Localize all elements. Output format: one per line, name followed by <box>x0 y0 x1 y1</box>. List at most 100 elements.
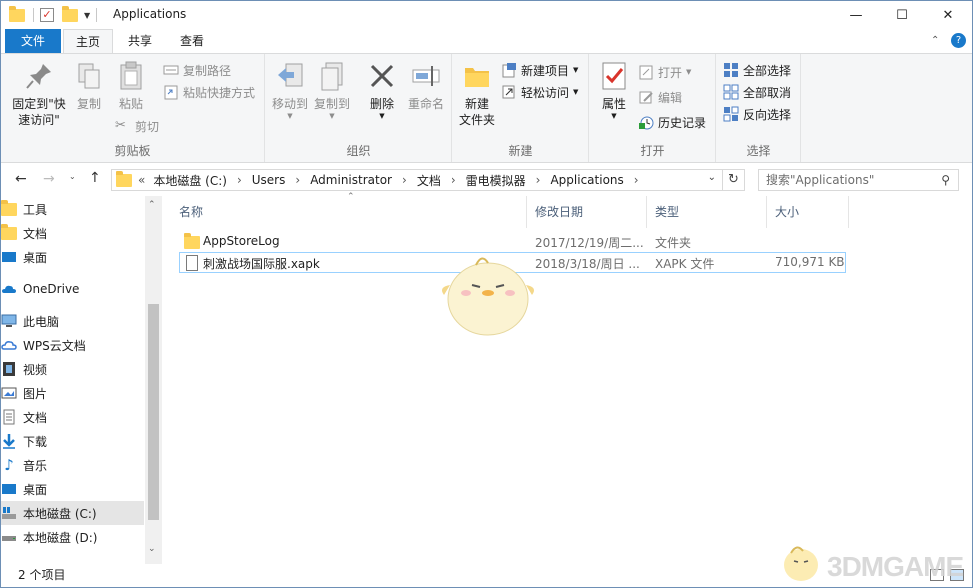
organize-group-label: 组织 <box>346 144 371 158</box>
edit-button[interactable]: 编辑 <box>638 87 682 107</box>
refresh-icon[interactable]: ↻ <box>723 169 745 191</box>
scroll-up-arrow-icon[interactable]: ⌃ <box>148 200 156 210</box>
sidebar-item-wps-cloud[interactable]: WPS云文档 <box>1 333 144 357</box>
breadcrumb-separator[interactable]: › <box>451 173 456 187</box>
maximize-button[interactable]: ☐ <box>879 1 925 29</box>
help-icon[interactable]: ? <box>951 33 966 48</box>
new-folder-label: 新建 文件夹 <box>458 97 495 127</box>
delete-button[interactable]: 删除 ▼ <box>364 60 400 120</box>
address-history-chevron-icon[interactable]: ⌄ <box>708 172 716 183</box>
recent-locations-icon[interactable]: ⌄ <box>69 172 76 181</box>
tab-share[interactable]: 共享 <box>115 29 165 53</box>
breadcrumb-separator[interactable]: › <box>402 173 407 187</box>
tab-view[interactable]: 查看 <box>167 29 217 53</box>
file-list: ⌃ 名称 修改日期 类型 大小 AppStoreLog 2017/12/19/周… <box>163 192 972 564</box>
sidebar-item-downloads[interactable]: 下载 <box>1 429 144 453</box>
file-row-appstorelog[interactable]: AppStoreLog 2017/12/19/周二... 文件夹 <box>179 231 846 252</box>
sidebar-item-label: 本地磁盘 (D:) <box>23 530 98 545</box>
sidebar-item-label: 工具 <box>23 202 48 217</box>
breadcrumb-separator[interactable]: › <box>237 173 242 187</box>
move-to-button[interactable]: 移动到 ▼ <box>270 60 310 120</box>
breadcrumb-separator[interactable]: › <box>634 173 639 187</box>
column-header-name[interactable]: 名称 <box>171 196 527 228</box>
sidebar-item-this-pc[interactable]: 此电脑 <box>1 309 144 333</box>
select-none-icon <box>723 84 739 100</box>
sidebar-item-pictures[interactable]: 图片 <box>1 381 144 405</box>
breadcrumb-users[interactable]: Users <box>252 173 286 187</box>
sidebar-item-desktop-2[interactable]: 桌面 <box>1 477 144 501</box>
scrollbar-thumb[interactable] <box>148 304 159 520</box>
sidebar-item-label: OneDrive <box>23 282 80 296</box>
easy-access-icon <box>501 84 517 100</box>
navigation-pane: 工具 文档 桌面 OneDrive 此电脑 WPS云文档 视频 图片 文档 下载… <box>1 196 163 564</box>
address-bar[interactable]: « 本地磁盘 (C:) › Users › Administrator › 文档… <box>111 169 723 191</box>
close-button[interactable]: ✕ <box>925 1 971 29</box>
open-button[interactable]: 打开 ▼ <box>638 62 691 82</box>
select-none-button[interactable]: 全部取消 <box>723 82 791 102</box>
sidebar-item-onedrive[interactable]: OneDrive <box>1 277 144 301</box>
new-item-label: 新建项目 <box>521 63 570 78</box>
history-button[interactable]: 历史记录 <box>638 112 706 132</box>
separator <box>33 8 34 22</box>
sidebar-item-music[interactable]: ♪ 音乐 <box>1 453 144 477</box>
breadcrumb-applications[interactable]: Applications <box>550 173 623 187</box>
copy-path-button[interactable]: 复制路径 <box>163 60 231 80</box>
invert-selection-button[interactable]: 反向选择 <box>723 104 791 124</box>
dropdown-arrow-icon: ▼ <box>686 68 692 76</box>
scroll-down-arrow-icon[interactable]: ⌄ <box>148 544 156 554</box>
navigation-pane-scrollbar[interactable]: ⌃ ⌄ <box>145 196 162 564</box>
customize-dropdown-icon[interactable]: ▼ <box>84 11 90 20</box>
forward-arrow-icon[interactable]: → <box>43 171 55 187</box>
paste-button[interactable]: 粘贴 <box>111 60 151 112</box>
breadcrumb-leidian[interactable]: 雷电模拟器 <box>466 172 526 189</box>
navigation-bar: ← → ⌄ ↑ « 本地磁盘 (C:) › Users › Administra… <box>1 164 972 196</box>
download-icon <box>1 433 17 449</box>
new-folder-button[interactable]: 新建 文件夹 <box>457 60 497 128</box>
collapse-ribbon-icon[interactable]: ⌃ <box>931 35 939 46</box>
new-item-button[interactable]: 新建项目 ▼ <box>501 60 578 80</box>
rename-button[interactable]: 重命名 <box>404 60 448 112</box>
pin-icon <box>23 60 55 92</box>
select-all-button[interactable]: 全部选择 <box>723 60 791 80</box>
sidebar-item-local-disk-c[interactable]: 本地磁盘 (C:) <box>1 501 144 525</box>
paste-label: 粘贴 <box>118 97 143 111</box>
sidebar-item-documents-2[interactable]: 文档 <box>1 405 144 429</box>
history-clock-icon <box>638 114 654 130</box>
invert-selection-icon <box>723 106 739 122</box>
copy-button[interactable]: 复制 <box>71 60 107 112</box>
breadcrumb-separator[interactable]: › <box>536 173 541 187</box>
sidebar-item-videos[interactable]: 视频 <box>1 357 144 381</box>
copy-to-button[interactable]: 复制到 ▼ <box>312 60 352 120</box>
breadcrumb-documents[interactable]: 文档 <box>417 172 441 189</box>
breadcrumb-administrator[interactable]: Administrator <box>310 173 392 187</box>
sidebar-item-tools[interactable]: 工具 <box>1 197 144 221</box>
pin-quick-access-button[interactable]: 固定到"快 速访问" <box>7 60 71 128</box>
sidebar-item-local-disk-d[interactable]: 本地磁盘 (D:) <box>1 525 144 549</box>
search-input[interactable]: 搜索"Applications" ⚲ <box>758 169 959 191</box>
scissors-icon: ✂ <box>115 118 126 133</box>
search-icon[interactable]: ⚲ <box>941 170 950 190</box>
minimize-button[interactable]: — <box>833 1 879 29</box>
delete-x-icon <box>366 60 398 92</box>
sidebar-item-documents[interactable]: 文档 <box>1 221 144 245</box>
properties-check-icon[interactable]: ✓ <box>40 8 54 22</box>
sidebar-item-desktop[interactable]: 桌面 <box>1 245 144 269</box>
column-header-size[interactable]: 大小 <box>767 196 849 228</box>
new-folder-icon[interactable] <box>62 6 78 23</box>
up-arrow-icon[interactable]: ↑ <box>89 170 101 186</box>
cut-button[interactable]: ✂ 剪切 <box>115 116 159 136</box>
back-arrow-icon[interactable]: ← <box>15 171 27 187</box>
separator <box>96 8 98 22</box>
properties-button[interactable]: 属性 ▼ <box>594 60 634 120</box>
picture-icon <box>1 385 17 401</box>
paste-shortcut-button[interactable]: 粘贴快捷方式 <box>163 82 255 102</box>
address-overflow[interactable]: « <box>138 173 145 187</box>
breadcrumb-local-disk-c[interactable]: 本地磁盘 (C:) <box>153 172 227 189</box>
breadcrumb-separator[interactable]: › <box>295 173 300 187</box>
tab-file[interactable]: 文件 <box>5 29 61 53</box>
computer-icon <box>1 313 17 329</box>
tab-home[interactable]: 主页 <box>63 29 113 54</box>
column-header-date[interactable]: 修改日期 <box>527 196 647 228</box>
column-header-type[interactable]: 类型 <box>647 196 767 228</box>
easy-access-button[interactable]: 轻松访问 ▼ <box>501 82 578 102</box>
